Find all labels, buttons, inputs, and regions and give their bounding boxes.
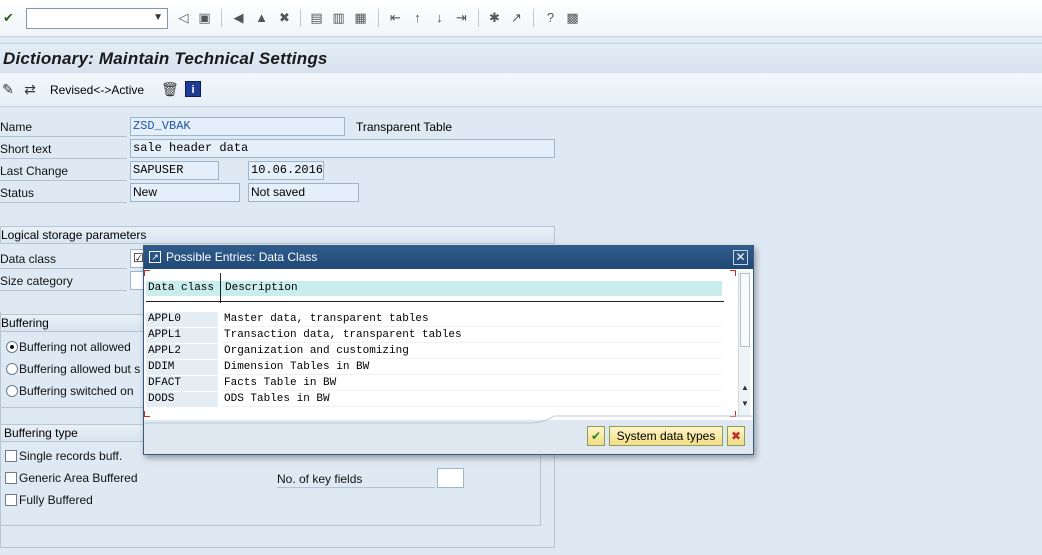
data-class-description: Facts Table in BW	[222, 376, 722, 391]
name-label: Name	[0, 120, 33, 134]
data-class-description: Transaction data, transparent tables	[222, 328, 722, 343]
list-item[interactable]: APPL1 Transaction data, transparent tabl…	[144, 328, 724, 344]
toolbar-separator	[300, 9, 301, 27]
next-page-icon[interactable]: ↓	[431, 9, 448, 26]
close-icon[interactable]: ✕	[733, 250, 748, 265]
chevron-down-icon[interactable]: ▼	[153, 12, 163, 23]
revised-active-button[interactable]: Revised<->Active	[50, 83, 144, 97]
logical-storage-header: Logical storage parameters	[0, 226, 555, 244]
label-underline	[0, 158, 127, 159]
toolbar-separator	[478, 9, 479, 27]
data-class-code: APPL1	[146, 328, 218, 343]
dialog-title-bar: ↗ Possible Entries: Data Class ✕	[144, 246, 753, 269]
help-icon[interactable]: ?	[542, 9, 559, 26]
frame-corner	[144, 270, 150, 276]
edit-pencil-icon[interactable]: ✎	[0, 81, 16, 97]
check-icon[interactable]: ✔	[0, 9, 17, 26]
scroll-down-icon[interactable]: ▼	[740, 399, 750, 408]
last-change-user-field: SAPUSER	[130, 161, 219, 180]
find-icon[interactable]: ▥	[330, 9, 347, 26]
new-session-icon[interactable]: ✱	[486, 9, 503, 26]
data-class-label: Data class	[0, 252, 57, 266]
status-label: Status	[0, 186, 35, 200]
first-page-icon[interactable]: ⇤	[387, 9, 404, 26]
cancel-icon[interactable]: ✖	[276, 9, 293, 26]
last-change-label: Last Change	[0, 164, 69, 178]
confirm-button[interactable]: ✔	[587, 426, 605, 446]
dialog-title: Possible Entries: Data Class	[166, 250, 318, 264]
list-item[interactable]: DFACT Facts Table in BW	[144, 376, 724, 392]
prev-page-icon[interactable]: ↑	[409, 9, 426, 26]
system-data-types-button[interactable]: System data types	[609, 426, 723, 446]
toolbar-separator	[533, 9, 534, 27]
data-class-code: DDIM	[146, 360, 218, 375]
data-class-code: DODS	[146, 392, 218, 407]
back-nav-icon[interactable]: ◀	[230, 9, 247, 26]
display-change-icon[interactable]: ⇄	[22, 81, 38, 97]
footer-curve	[144, 415, 753, 424]
dialog-body: Data class Description APPL0 Master data…	[144, 269, 753, 420]
last-change-date-field: 10.06.2016	[248, 161, 324, 180]
status-field: New	[130, 183, 240, 202]
exit-icon[interactable]: ▲	[253, 9, 270, 26]
data-class-code: APPL2	[146, 344, 218, 359]
list-item[interactable]: DDIM Dimension Tables in BW	[144, 360, 724, 376]
header-underline	[146, 301, 724, 302]
column-header-description[interactable]: Description	[225, 281, 298, 295]
toolbar-separator	[378, 9, 379, 27]
application-toolbar: ✎ ⇄ Revised<->Active 🗑 i	[0, 73, 1042, 107]
data-class-description: Master data, transparent tables	[222, 312, 722, 327]
print-icon[interactable]: ▤	[308, 9, 325, 26]
title-bar: Dictionary: Maintain Technical Settings	[0, 43, 1042, 73]
data-class-description: Dimension Tables in BW	[222, 360, 722, 375]
label-underline	[0, 180, 127, 181]
list-item[interactable]: APPL0 Master data, transparent tables	[144, 312, 724, 328]
list-item[interactable]: APPL2 Organization and customizing	[144, 344, 724, 360]
possible-entries-dialog: ↗ Possible Entries: Data Class ✕ Data cl…	[143, 245, 754, 455]
system-toolbar: ✔ ▼ ◁ ▣ ◀ ▲ ✖ ▤ ▥ ▦ ⇤ ↑ ↓ ⇥ ✱ ↗ ? ▩	[0, 0, 1042, 37]
trash-icon[interactable]: 🗑	[161, 81, 179, 97]
column-header-data-class[interactable]: Data class	[148, 281, 214, 295]
short-text-field[interactable]: sale header data	[130, 139, 555, 158]
toolbar-separator	[221, 9, 222, 27]
cancel-button[interactable]: ✖	[727, 426, 745, 446]
info-icon[interactable]: i	[185, 81, 201, 97]
size-category-label: Size category	[0, 274, 73, 288]
scrollbar-thumb[interactable]	[740, 273, 750, 347]
data-class-description: ODS Tables in BW	[222, 392, 722, 407]
find-next-icon[interactable]: ▦	[352, 9, 369, 26]
short-text-label: Short text	[0, 142, 52, 156]
label-underline	[0, 136, 127, 137]
window-icon: ↗	[149, 251, 161, 263]
command-field[interactable]: ▼	[26, 8, 168, 29]
scroll-up-icon[interactable]: ▲	[740, 383, 750, 392]
column-divider	[220, 273, 221, 303]
data-class-code: DFACT	[146, 376, 218, 391]
save-status-field: Not saved	[248, 183, 359, 202]
list-item[interactable]: DODS ODS Tables in BW	[144, 392, 724, 408]
shortcut-icon[interactable]: ↗	[508, 9, 525, 26]
label-underline	[0, 268, 127, 269]
label-underline	[0, 202, 127, 203]
layout-icon[interactable]: ▩	[564, 9, 581, 26]
label-underline	[0, 290, 127, 291]
name-field[interactable]: ZSD_VBAK	[130, 117, 345, 136]
data-class-code: APPL0	[146, 312, 218, 327]
save-icon[interactable]: ▣	[196, 9, 213, 26]
vertical-scrollbar[interactable]: ▲ ▼	[738, 271, 750, 417]
dialog-footer: ✔ System data types ✖	[144, 415, 753, 454]
frame-corner	[730, 270, 736, 276]
last-page-icon[interactable]: ⇥	[453, 9, 470, 26]
table-type-text: Transparent Table	[356, 120, 453, 134]
page-title: Dictionary: Maintain Technical Settings	[3, 49, 328, 68]
data-class-description: Organization and customizing	[222, 344, 722, 359]
back-icon[interactable]: ◁	[175, 9, 192, 26]
